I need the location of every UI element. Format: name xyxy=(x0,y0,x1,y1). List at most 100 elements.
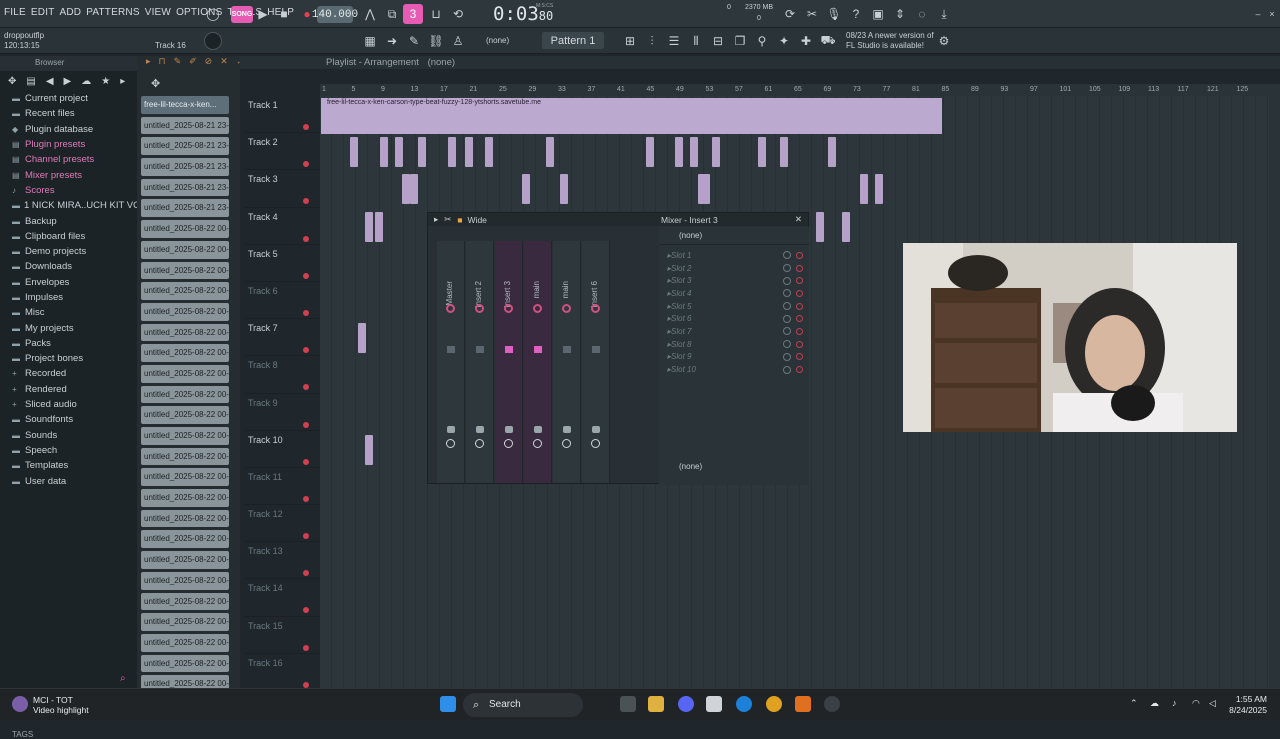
track-header[interactable]: Track 7 xyxy=(245,319,320,357)
volume-fader[interactable] xyxy=(563,346,571,353)
track-header[interactable]: Track 5 xyxy=(245,245,320,282)
plugin-icon[interactable]: ⚲ xyxy=(752,31,772,51)
track-mute-led[interactable] xyxy=(303,533,309,540)
fx-preset-select[interactable]: (none) xyxy=(659,227,809,245)
tempo-tap-icon[interactable]: ◯ xyxy=(203,4,223,24)
piano-roll-icon[interactable]: ⫴ xyxy=(686,31,706,51)
discord-icon[interactable] xyxy=(678,696,694,712)
mute-icon[interactable]: ✕ xyxy=(220,56,228,69)
microphone-icon[interactable]: 🎙 xyxy=(824,4,844,24)
audio-clip[interactable] xyxy=(380,137,388,168)
audio-clip[interactable] xyxy=(690,137,698,168)
track-header[interactable]: Track 11 xyxy=(245,468,320,506)
track-mute-led[interactable] xyxy=(303,681,309,688)
task-view-icon[interactable] xyxy=(620,696,636,712)
volume-fader[interactable] xyxy=(447,346,455,353)
obs-icon[interactable] xyxy=(824,696,840,712)
slot-mix-knob[interactable] xyxy=(783,251,791,260)
browser-item[interactable]: ▬ Sounds xyxy=(0,428,137,443)
copy-icon[interactable]: ❐ xyxy=(730,31,750,51)
delete-icon[interactable]: ⊘ xyxy=(205,56,213,69)
mixer-strip[interactable]: main xyxy=(524,241,552,483)
picker-clip[interactable]: untitled_2025-08-22 00-... xyxy=(141,261,229,280)
paint-icon[interactable]: ✐ xyxy=(189,56,197,69)
cut-icon[interactable]: ✂ xyxy=(802,4,822,24)
audio-clip[interactable] xyxy=(395,137,403,168)
slot-mix-knob[interactable] xyxy=(783,289,791,298)
picker-clip[interactable]: untitled_2025-08-21 23-... xyxy=(141,158,229,176)
audio-clip[interactable] xyxy=(410,174,418,205)
picker-clip[interactable]: untitled_2025-08-22 00-... xyxy=(141,240,229,259)
browser-item[interactable]: ◆ Plugin database xyxy=(0,122,137,137)
help-icon[interactable]: ? xyxy=(846,4,866,24)
audio-clip[interactable] xyxy=(522,174,530,205)
mixer-strip[interactable]: main xyxy=(553,241,581,483)
picker-clip[interactable]: untitled_2025-08-21 23-... xyxy=(141,199,229,218)
browser-item[interactable]: ♪ Scores xyxy=(0,183,137,198)
picker-clip[interactable]: untitled_2025-08-22 00-... xyxy=(141,447,229,466)
picker-clip[interactable]: untitled_2025-08-21 23-... xyxy=(141,137,229,156)
audio-clip[interactable] xyxy=(560,174,568,205)
track-header[interactable]: Track 14 xyxy=(245,579,320,617)
send-switch[interactable] xyxy=(447,426,455,433)
playlist-nav-icon[interactable]: ▸ xyxy=(146,56,151,69)
pan-knob[interactable] xyxy=(504,304,513,313)
track-header[interactable]: Track 16 xyxy=(245,654,320,691)
volume-fader[interactable] xyxy=(476,346,484,353)
audio-clip[interactable] xyxy=(546,137,554,168)
fx-slot[interactable]: ▸ Slot 3 xyxy=(659,274,809,287)
link-icon[interactable]: ⛓ xyxy=(426,31,446,51)
track-mute-led[interactable] xyxy=(303,235,309,242)
menu-edit[interactable]: EDIT xyxy=(31,7,55,18)
tray-mic-icon[interactable]: ♪ xyxy=(1172,698,1177,708)
volume-icon[interactable]: ◁ xyxy=(1209,698,1216,709)
slot-enable-led[interactable] xyxy=(796,264,803,272)
slot-enable-led[interactable] xyxy=(796,327,803,335)
system-clock[interactable]: 1:55 AM 8/24/2025 xyxy=(1222,694,1267,716)
audio-clip[interactable] xyxy=(712,137,720,168)
wand-icon[interactable]: ✦ xyxy=(774,31,794,51)
wifi-icon[interactable]: ◠ xyxy=(1192,698,1200,709)
browser-item[interactable]: + Sliced audio xyxy=(0,397,137,412)
picker-clip[interactable]: untitled_2025-08-21 23-... xyxy=(141,178,229,197)
fx-slot[interactable]: ▸ Slot 4 xyxy=(659,287,809,300)
slot-enable-led[interactable] xyxy=(796,353,803,361)
browser-forward-icon[interactable]: ▶ xyxy=(64,76,72,87)
browser-item[interactable]: ▤ Mixer presets xyxy=(0,167,137,182)
audio-clip[interactable] xyxy=(448,137,456,168)
mixer-arrow-icon[interactable]: ▸ xyxy=(434,214,438,225)
metronome-icon[interactable]: ⋀ xyxy=(360,4,380,24)
pan-knob[interactable] xyxy=(533,304,542,313)
audio-clip[interactable] xyxy=(816,211,824,242)
playlist-scrollbar[interactable] xyxy=(1269,84,1280,688)
browser-item[interactable]: ▬ User data xyxy=(0,473,137,488)
track-mute-led[interactable] xyxy=(303,124,309,130)
track-header[interactable]: Track 10 xyxy=(245,431,320,468)
mixer-tools-icon[interactable]: ✂ xyxy=(444,214,451,225)
send-switch[interactable] xyxy=(505,426,513,433)
audio-clip[interactable] xyxy=(875,174,883,205)
picker-clip[interactable]: untitled_2025-08-22 00-... xyxy=(141,344,229,362)
track-mute-led[interactable] xyxy=(303,384,309,391)
draw-icon[interactable]: ✎ xyxy=(404,31,424,51)
play-icon[interactable]: ▶ xyxy=(253,4,273,24)
track-mute-led[interactable] xyxy=(303,421,309,428)
route-knob[interactable] xyxy=(446,439,455,448)
audio-clip[interactable] xyxy=(418,137,426,168)
mixer-header[interactable]: ▸ ✂ ■ Wide ✕ xyxy=(428,213,808,226)
send-switch[interactable] xyxy=(592,426,600,433)
tray-chevron-icon[interactable]: ⌃ xyxy=(1130,698,1138,709)
fx-slot[interactable]: ▸ Slot 9 xyxy=(659,351,809,364)
volume-fader[interactable] xyxy=(534,346,542,353)
start-icon[interactable] xyxy=(440,696,456,712)
audio-clip[interactable] xyxy=(758,137,766,168)
download-icon[interactable]: ⤓ xyxy=(934,4,954,24)
track-header[interactable]: Track 12 xyxy=(245,505,320,543)
track-mute-led[interactable] xyxy=(303,458,309,465)
slot-mix-knob[interactable] xyxy=(783,340,791,349)
browser-item[interactable]: ▬ Speech xyxy=(0,443,137,458)
picker-clip[interactable]: untitled_2025-08-22 00-... xyxy=(141,633,229,652)
mixer-strip[interactable]: Insert 6 xyxy=(582,241,610,483)
pattern-add-icon[interactable]: ⊞ xyxy=(620,31,640,51)
edge-icon[interactable] xyxy=(736,696,752,712)
